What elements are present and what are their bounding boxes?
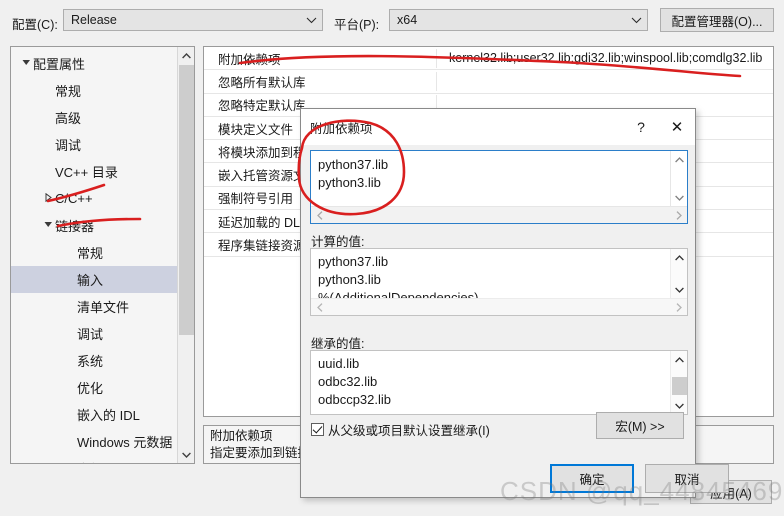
tree-item-label: 嵌入的 IDL — [77, 408, 140, 423]
macros-button[interactable]: 宏(M) >> — [596, 412, 684, 439]
property-value[interactable]: kernel32.lib;user32.lib;gdi32.lib;winspo… — [437, 51, 773, 65]
edit-hscrollbar[interactable] — [311, 206, 687, 223]
tree-item[interactable]: 链接器 — [11, 212, 178, 239]
tree-item[interactable]: 优化 — [11, 374, 178, 401]
platform-dropdown[interactable]: x64 — [389, 9, 648, 31]
inherit-checkbox-row[interactable]: 从父级或项目默认设置继承(I) — [311, 420, 490, 439]
tree-item[interactable]: 调试 — [11, 131, 178, 158]
property-name: 附加依赖项 — [204, 48, 437, 68]
tree-item[interactable]: 清单文件 — [11, 293, 178, 320]
property-tree-rows: 配置属性 常规 高级 调试 VC++ 目录 C/C++ 链接器 常规 输入 清单文件 调试 系统 优化嵌… — [11, 47, 178, 463]
inherited-value-box[interactable]: uuid.lib odbc32.lib odbccp32.lib — [310, 350, 688, 415]
close-icon[interactable]: ✕ — [659, 109, 695, 145]
chevron-down-icon — [625, 17, 647, 24]
scroll-left-icon[interactable] — [311, 302, 328, 312]
tree-item-label: 高级 — [77, 459, 103, 463]
edit-vscrollbar[interactable] — [670, 151, 687, 206]
dependency-line: python3.lib — [318, 175, 381, 190]
dialog-title-bar: 附加依赖项 ? ✕ — [301, 109, 695, 145]
expanded-twisty-icon[interactable] — [41, 220, 55, 231]
dialog-title: 附加依赖项 — [310, 121, 373, 136]
macros-button-label: 宏(M) >> — [615, 420, 665, 434]
computed-value-box[interactable]: python37.lib python3.lib %(AdditionalDepen… — [310, 248, 688, 316]
computed-line: %(AdditionalDependencies) — [318, 290, 479, 298]
tree-item[interactable]: 高级 — [11, 455, 178, 463]
inherited-value-lines: uuid.lib odbc32.lib odbccp32.lib — [311, 351, 670, 414]
chevron-down-icon — [300, 17, 322, 24]
scroll-down-icon[interactable] — [671, 189, 688, 206]
tree-item-label: Windows 元数据 — [77, 435, 173, 450]
tree-item-label: 优化 — [77, 381, 104, 396]
tree-item-label: 调试 — [77, 327, 104, 342]
tree-item[interactable]: 配置属性 — [11, 50, 178, 77]
scroll-up-icon[interactable] — [671, 151, 687, 168]
scroll-up-icon[interactable] — [178, 47, 194, 64]
tree-item[interactable]: 嵌入的 IDL — [11, 401, 178, 428]
scroll-left-icon[interactable] — [311, 210, 328, 220]
csdn-watermark: CSDN @qq_44845469 — [500, 476, 784, 506]
inherit-checkbox[interactable] — [311, 423, 324, 436]
dependency-line: python37.lib — [318, 157, 389, 172]
platform-label: 平台(P): — [334, 18, 380, 32]
property-tree[interactable]: 配置属性 常规 高级 调试 VC++ 目录 C/C++ 链接器 常规 输入 清单文件 调试 系统 优化嵌… — [10, 46, 195, 464]
tree-item-label: 高级 — [55, 111, 82, 126]
config-manager-button[interactable]: 配置管理器(O)... — [660, 8, 774, 32]
tree-item-label: 常规 — [55, 84, 82, 99]
tree-item-label: VC++ 目录 — [55, 165, 118, 180]
expanded-twisty-icon[interactable] — [19, 58, 33, 69]
scroll-right-icon[interactable] — [670, 302, 687, 312]
tree-scrollbar[interactable] — [177, 47, 194, 463]
tree-item-label: 常规 — [77, 246, 104, 261]
scroll-up-icon[interactable] — [671, 249, 687, 266]
tree-scroll-thumb[interactable] — [179, 65, 194, 335]
tree-item[interactable]: 常规 — [11, 77, 178, 104]
tree-item-label: 调试 — [55, 138, 82, 153]
dependencies-edit-box[interactable]: python37.lib python3.lib — [310, 150, 688, 224]
scroll-up-icon[interactable] — [671, 351, 687, 368]
scroll-down-icon[interactable] — [671, 281, 687, 298]
platform-value: x64 — [397, 13, 418, 27]
inherited-scroll-thumb[interactable] — [672, 377, 687, 395]
scroll-down-icon[interactable] — [178, 446, 194, 463]
computed-value-lines: python37.lib python3.lib %(AdditionalDepen… — [311, 249, 670, 298]
tree-item[interactable]: 常规 — [11, 239, 178, 266]
property-row[interactable]: 忽略所有默认库 — [204, 70, 773, 94]
tree-item[interactable]: 输入 — [11, 266, 178, 293]
tree-item[interactable]: C/C++ — [11, 185, 178, 212]
tree-item-label: 清单文件 — [77, 300, 130, 315]
property-pages-window: 配置(C): Release 平台(P): x64 配置管理器(O)... 配置… — [0, 0, 784, 516]
computed-line: python3.lib — [318, 272, 381, 287]
tree-item[interactable]: 系统 — [11, 347, 178, 374]
config-manager-button-label: 配置管理器(O)... — [671, 14, 763, 29]
dependencies-edit-lines[interactable]: python37.lib python3.lib — [311, 151, 670, 206]
computed-vscrollbar[interactable] — [670, 249, 687, 298]
inherit-checkbox-label: 从父级或项目默认设置继承(I) — [328, 424, 490, 438]
configuration-value: Release — [71, 13, 117, 27]
tree-item[interactable]: 高级 — [11, 104, 178, 131]
tree-item[interactable]: 调试 — [11, 320, 178, 347]
tree-item[interactable]: VC++ 目录 — [11, 158, 178, 185]
property-row[interactable]: 附加依赖项 kernel32.lib;user32.lib;gdi32.lib;w… — [204, 47, 773, 71]
tree-item-label: C/C++ — [55, 191, 93, 206]
tree-item-label: 配置属性 — [33, 57, 86, 72]
additional-dependencies-dialog: 附加依赖项 ? ✕ python37.lib python3.lib 计算的值:… — [300, 108, 729, 498]
inherited-line: uuid.lib — [318, 356, 360, 371]
config-toolbar: 配置(C): Release 平台(P): x64 配置管理器(O)... — [0, 0, 784, 40]
inherited-line: odbc32.lib — [318, 374, 378, 389]
tree-item[interactable]: Windows 元数据 — [11, 428, 178, 455]
property-name: 忽略所有默认库 — [204, 71, 437, 91]
computed-line: python37.lib — [318, 254, 389, 269]
computed-hscrollbar[interactable] — [311, 298, 687, 315]
help-icon[interactable]: ? — [623, 109, 659, 145]
inherited-vscrollbar[interactable] — [670, 351, 687, 414]
collapsed-twisty-icon[interactable] — [41, 192, 55, 204]
inherited-line: odbccp32.lib — [318, 392, 391, 407]
configuration-dropdown[interactable]: Release — [63, 9, 323, 31]
config-label: 配置(C): — [12, 18, 58, 32]
tree-item-label: 系统 — [77, 354, 104, 369]
scroll-right-icon[interactable] — [670, 210, 687, 220]
tree-item-label: 链接器 — [55, 219, 95, 234]
tree-item-label: 输入 — [77, 273, 104, 288]
